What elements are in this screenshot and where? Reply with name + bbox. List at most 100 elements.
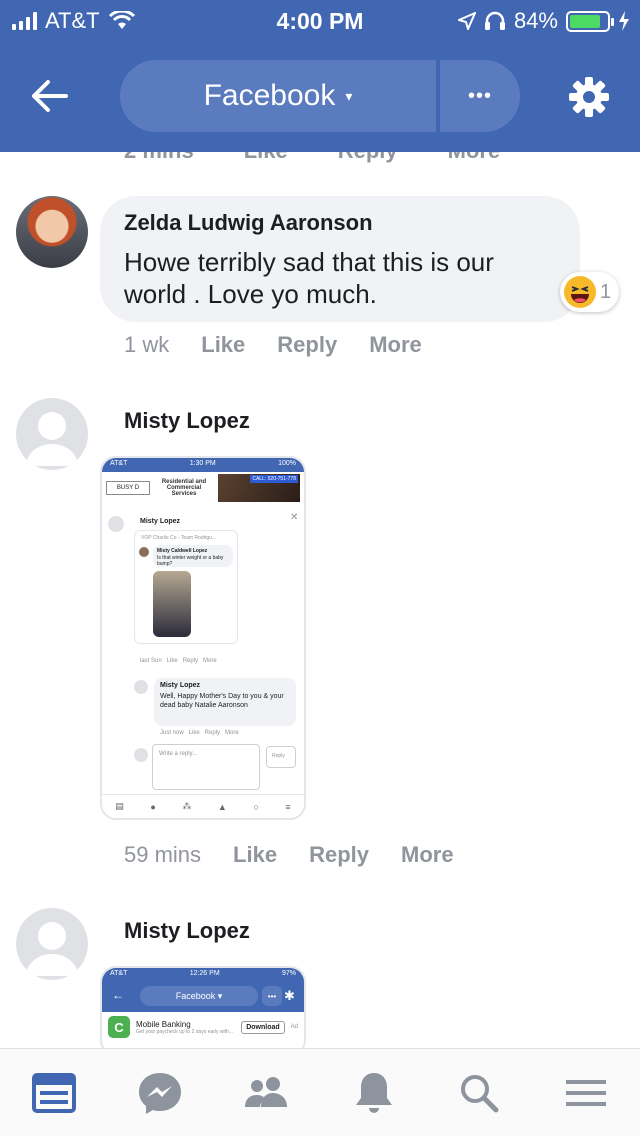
search-icon[interactable]: [456, 1071, 504, 1115]
default-avatar-icon: [26, 922, 78, 976]
comment-author[interactable]: Misty Lopez: [124, 918, 250, 944]
mini-reply-bubble: Misty Lopez Well, Happy Mother's Day to …: [154, 678, 296, 726]
mini-download-button: Download: [241, 1020, 285, 1034]
gear-icon[interactable]: [568, 76, 610, 118]
comment-bubble[interactable]: Zelda Ludwig Aaronson Howe terribly sad …: [100, 196, 580, 322]
cut-reply-button[interactable]: Reply: [338, 152, 398, 164]
location-icon: [457, 12, 476, 30]
mini-ad-title: Mobile Banking: [136, 1019, 191, 1029]
mini-ad-image: CALL: 520-751-778: [218, 474, 300, 502]
menu-icon[interactable]: [562, 1071, 610, 1115]
mini-gear-icon: ✱: [284, 988, 295, 1003]
more-options-button[interactable]: •••: [440, 60, 520, 132]
friends-icon[interactable]: [242, 1071, 290, 1115]
cut-off-comment-actions: 2 mins Like Reply More: [124, 152, 500, 164]
bottom-tab-bar: [0, 1048, 640, 1136]
mini-write-placeholder: Write a reply...: [159, 751, 198, 757]
comment-actions: 1 wk Like Reply More: [124, 332, 422, 358]
avatar[interactable]: [16, 908, 88, 980]
mini-ad-app-icon: C: [108, 1016, 130, 1038]
mini-news-feed-icon: ▤: [115, 801, 124, 811]
status-bar: AT&T 4:00 PM 84%: [0, 0, 640, 40]
avatar[interactable]: [16, 398, 88, 470]
comment-author[interactable]: Misty Lopez: [124, 408, 250, 434]
mini-write-input: Write a reply...: [152, 744, 260, 790]
comment-time: 1 wk: [124, 332, 170, 357]
mini-battery: 100%: [278, 460, 296, 467]
reply-button[interactable]: Reply: [277, 332, 337, 358]
mini-ad-logo: BUSY D: [106, 481, 150, 495]
mini-ad-phone: CALL: 520-751-778: [250, 475, 298, 483]
mini-shared-post: VOP Charlie Co - Team Rodrigu... Misty C…: [134, 530, 238, 644]
mini-post-header: VOP Charlie Co - Team Rodrigu...: [141, 535, 217, 541]
mini-reply-button-label: Reply: [272, 753, 285, 759]
battery-fill: [570, 14, 601, 28]
attached-screenshot[interactable]: AT&T 12:26 PM 97% ← Facebook ▾ ••• ✱ C M…: [100, 966, 306, 1048]
comment-actions: 59 mins Like Reply More: [124, 842, 454, 868]
attached-screenshot[interactable]: AT&T 1:30 PM 100% BUSY D Residential and…: [100, 456, 306, 820]
battery-icon: [566, 10, 614, 32]
mini-avatar: [134, 680, 148, 694]
mini-reply-name: Misty Lopez: [160, 682, 201, 689]
mini-status-bar: AT&T 1:30 PM 100%: [102, 458, 304, 472]
mini-photo: [153, 571, 191, 637]
avatar[interactable]: [16, 196, 88, 268]
mini-bell-icon: ▲: [217, 801, 227, 812]
mini-reply-actions: Just now Like Reply More: [160, 730, 239, 736]
more-button[interactable]: More: [401, 842, 454, 868]
mini-ad: C Mobile Banking Get your paycheck up to…: [102, 1012, 304, 1042]
mini-reply-button: Reply: [266, 746, 296, 768]
mini-inner-name: Misty Caldwell Lopez: [157, 548, 208, 554]
mini-inner-actions: last Sun Like Reply More: [140, 658, 217, 664]
mini-ad-banner: BUSY D Residential and Commercial Servic…: [102, 472, 304, 504]
mini-title-pill: Facebook ▾: [140, 986, 258, 1006]
mini-avatar: [139, 547, 149, 557]
cut-more-button[interactable]: More: [448, 152, 501, 164]
mini-ad-text: Get your paycheck up to 2 days early wit…: [136, 1028, 233, 1035]
headphones-icon: [484, 11, 505, 30]
back-arrow-icon[interactable]: [30, 78, 70, 114]
mini-carrier: AT&T: [110, 460, 128, 467]
status-right: 84%: [457, 8, 630, 34]
battery-label: 84%: [513, 8, 558, 33]
mini-time: 12:26 PM: [189, 970, 220, 977]
mini-ad-label: Ad: [290, 1024, 298, 1030]
chevron-down-icon: ▾: [345, 87, 353, 104]
comment-time: 59 mins: [124, 842, 202, 867]
page-selector-button[interactable]: Facebook ▾: [120, 60, 436, 132]
comment-author[interactable]: Zelda Ludwig Aaronson: [124, 210, 556, 236]
mini-ad-body: Mobile Banking Get your paycheck up to 2…: [136, 1020, 235, 1035]
more-button[interactable]: More: [369, 332, 422, 358]
mini-avatar: [108, 516, 124, 532]
notifications-bell-icon[interactable]: [350, 1071, 398, 1115]
haha-reaction-icon: [564, 276, 596, 308]
comment-text: Howe terribly sad that this is our world…: [124, 247, 494, 309]
mini-time: 1:30 PM: [189, 460, 216, 467]
reaction-badge[interactable]: 1: [560, 272, 620, 312]
news-feed-icon[interactable]: [30, 1071, 78, 1115]
mini-close-icon: ✕: [290, 512, 299, 523]
mini-search-icon: ○: [253, 801, 259, 812]
more-dots-icon: •••: [467, 84, 492, 107]
messenger-icon[interactable]: [136, 1071, 184, 1115]
mini-back-arrow-icon: ←: [112, 988, 124, 1002]
mini-nav-bar: AT&T 12:26 PM 97% ← Facebook ▾ ••• ✱: [102, 968, 304, 1012]
comments-list: 2 mins Like Reply More Zelda Ludwig Aaro…: [0, 152, 640, 1048]
mini-tab-bar: ▤ ● ⁂ ▲ ○ ≡: [102, 794, 304, 818]
page-title: Facebook: [203, 79, 336, 112]
mini-ad-text: Residential and Commercial Services: [161, 479, 207, 497]
mini-more-icon: •••: [262, 986, 282, 1006]
mini-battery: 97%: [281, 970, 296, 977]
like-button[interactable]: Like: [201, 332, 245, 358]
mini-friends-icon: ⁂: [182, 801, 192, 811]
mini-messenger-icon: ●: [150, 801, 156, 812]
mini-status-bar: AT&T 12:26 PM 97%: [102, 968, 304, 982]
cut-like-button[interactable]: Like: [244, 152, 288, 164]
reaction-count: 1: [600, 280, 612, 303]
mini-carrier: AT&T: [110, 970, 128, 977]
mini-menu-icon: ≡: [285, 801, 291, 812]
reply-button[interactable]: Reply: [309, 842, 369, 868]
like-button[interactable]: Like: [233, 842, 277, 868]
mini-reply-text: Well, Happy Mother's Day to you & your d…: [160, 693, 284, 709]
mini-inner-text: Is that winter weight or a baby bump?: [157, 555, 224, 567]
